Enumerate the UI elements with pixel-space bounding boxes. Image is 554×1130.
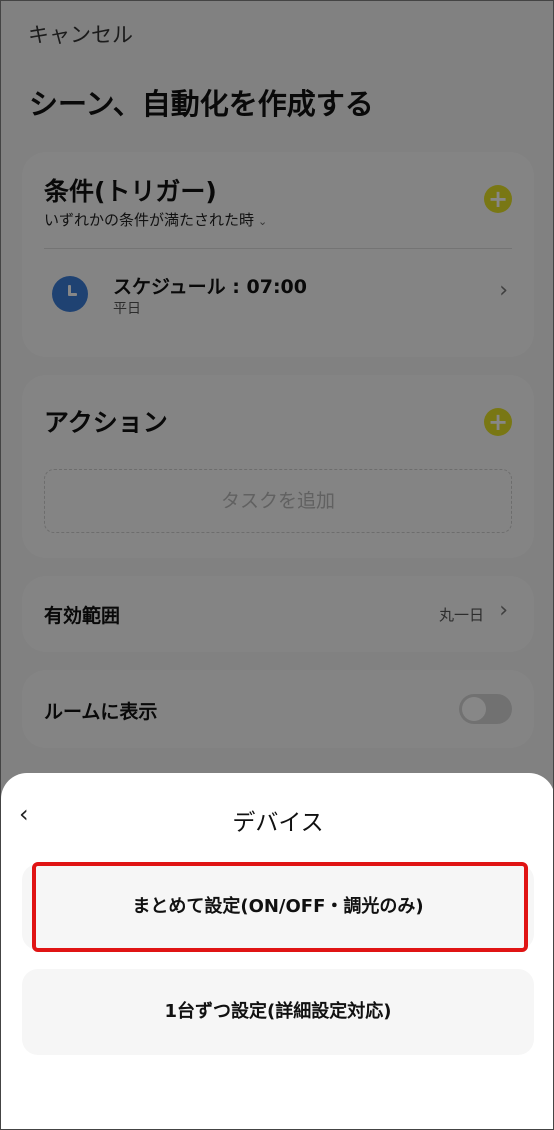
sheet-title: デバイス: [232, 810, 324, 836]
individual-setting-option[interactable]: 1台ずつ設定(詳細設定対応): [22, 969, 534, 1055]
app-screen: キャンセル シーン、自動化を作成する 条件(トリガー) + いずれかの条件が満た…: [0, 0, 554, 1130]
highlight-box: [32, 862, 528, 952]
